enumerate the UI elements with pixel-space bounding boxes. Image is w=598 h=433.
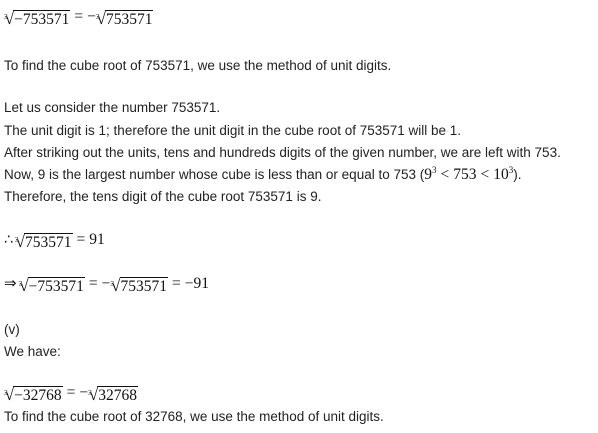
therefore-icon: ∴ (4, 232, 13, 248)
result: −91 (184, 275, 210, 292)
cube-root-radical: 3 √ −753571 (19, 277, 85, 296)
exponent: 3 (508, 165, 514, 175)
base-9: 9 (424, 166, 432, 183)
we-have-label: We have: (4, 344, 61, 359)
radicand: 32768 (97, 386, 138, 404)
inequality: 93 <753 <103 (424, 165, 514, 183)
paragraph-unit-digit: The unit digit is 1; therefore the unit … (4, 123, 462, 138)
paragraph-32768-method: To find the cube root of 32768, we use t… (4, 409, 384, 424)
equation-cube-root-negative-753571: 3 √ −753571 = − 3 √ 753571 (4, 8, 154, 29)
cube-root-radical: 3 √ −753571 (4, 10, 71, 29)
page: { "eq1": { "index": "3", "left_radicand"… (0, 0, 598, 433)
radical-index: 3 (4, 388, 8, 397)
paragraph-striking-out: After striking out the units, tens and h… (4, 145, 561, 160)
equals-sign: = (172, 275, 181, 292)
closing-paren: ). (513, 167, 522, 182)
cube-root-radical: 3 √ −32768 (4, 386, 63, 405)
cube-root-radical: 3 √ 753571 (96, 10, 154, 29)
radicand: −753571 (13, 10, 71, 28)
equals-sign: = (74, 8, 84, 25)
less-than-sign: < (480, 166, 490, 183)
base-10: 10 (493, 166, 509, 183)
implies-arrow-icon: ⇒ (4, 274, 17, 292)
cube-root-radical: 3 √ 32768 (88, 386, 138, 405)
radical-index: 3 (110, 279, 115, 288)
paragraph-method-intro: To find the cube root of 753571, we use … (4, 58, 392, 73)
exponent: 3 (431, 165, 437, 175)
equals-sign: = (76, 231, 86, 248)
radical-index: 3 (4, 12, 8, 21)
radicand: −753571 (27, 277, 85, 295)
radicand: 753571 (119, 277, 169, 295)
part-label: (v) (4, 322, 20, 337)
cube-root-radical: 3 √ 753571 (110, 277, 169, 296)
radicand: 753571 (24, 233, 73, 251)
cube-root-radical: 3 √ 753571 (15, 233, 73, 252)
result: 91 (89, 231, 105, 248)
equals-sign: = (66, 384, 76, 401)
equation-therefore-91: ∴ 3 √ 753571 = 91 (4, 231, 105, 252)
radical-index: 3 (95, 12, 100, 21)
equation-implies-negative-91: ⇒ 3 √ −753571 = − 3 √ 753571 = −91 (4, 274, 209, 296)
less-than-sign: < (440, 166, 450, 183)
minus-sign: − (101, 275, 111, 292)
value-753: 753 (453, 166, 477, 183)
paragraph-tens-digit: Therefore, the tens digit of the cube ro… (4, 189, 322, 204)
equation-cube-root-negative-32768: 3 √ −32768 = − 3 √ 32768 (4, 384, 138, 405)
paragraph-consider-number: Let us consider the number 753571. (4, 100, 221, 115)
radical-index: 3 (88, 388, 92, 397)
radical-index: 3 (18, 279, 23, 288)
radicand: 753571 (104, 10, 154, 28)
minus-sign: − (79, 384, 89, 401)
radical-index: 3 (14, 235, 19, 244)
equals-sign: = (88, 275, 98, 292)
largest-number-text: Now, 9 is the largest number whose cube … (4, 167, 425, 182)
paragraph-largest-number: Now, 9 is the largest number whose cube … (4, 165, 522, 185)
radicand: −32768 (13, 386, 63, 404)
minus-sign: − (87, 8, 96, 25)
